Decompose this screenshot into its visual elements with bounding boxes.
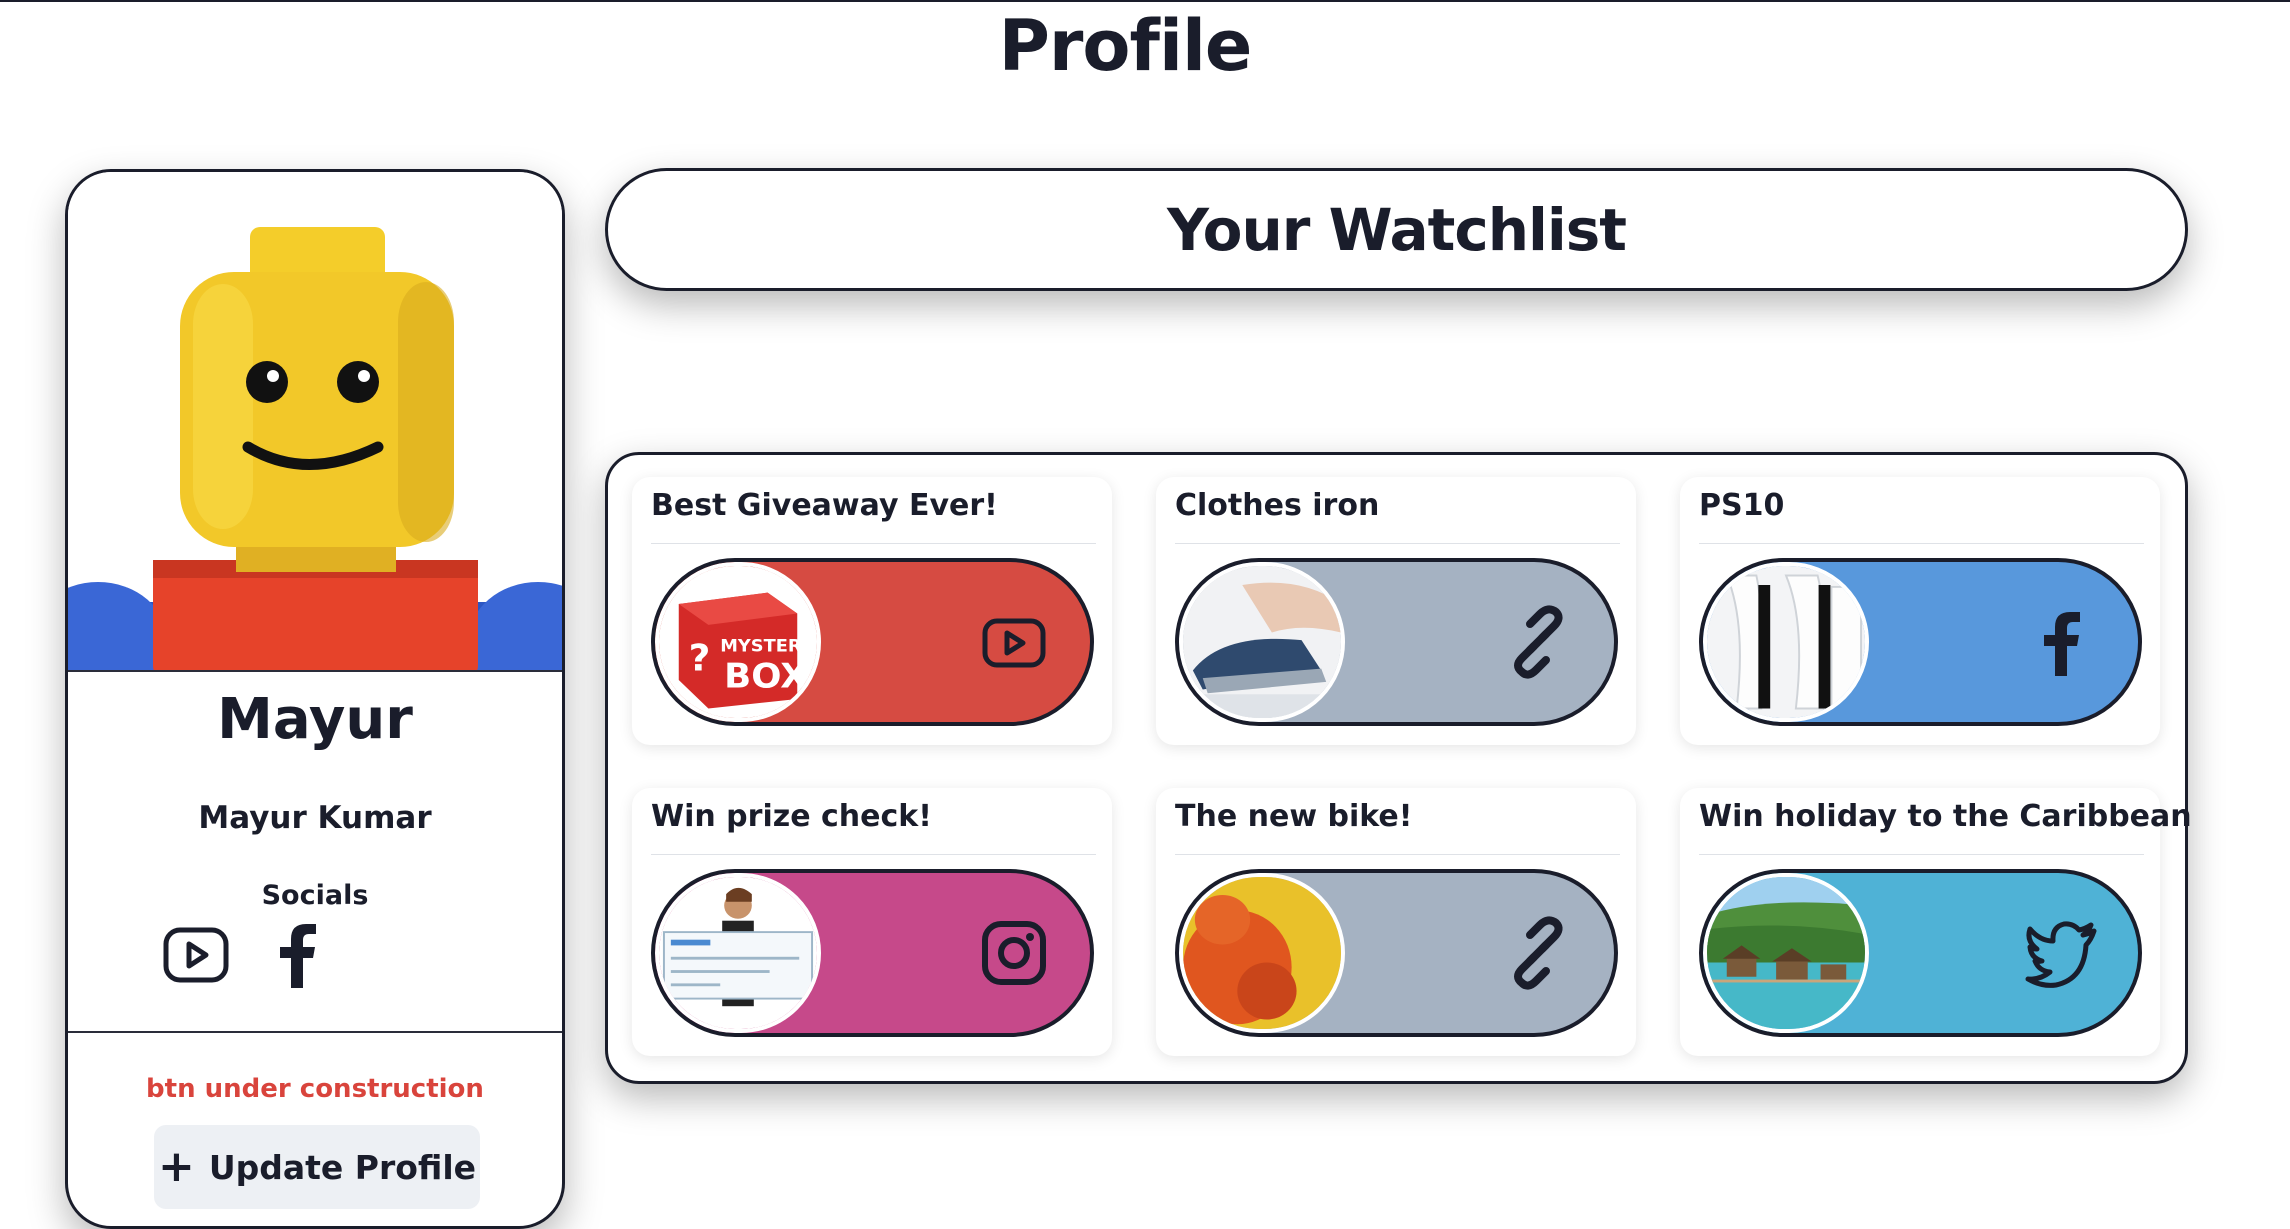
socials-label: Socials bbox=[261, 880, 369, 911]
item-link-pill[interactable] bbox=[1175, 558, 1618, 726]
orange-figure-thumbnail bbox=[1179, 873, 1345, 1033]
watchlist-item: Best Giveaway Ever! ? MYSTERY BOX bbox=[632, 477, 1112, 745]
avatar-divider bbox=[68, 670, 562, 672]
instagram-icon bbox=[976, 915, 1052, 991]
watchlist-item: PS10 bbox=[1680, 477, 2160, 745]
item-link-pill[interactable] bbox=[1175, 869, 1618, 1037]
item-link-pill[interactable] bbox=[1699, 558, 2142, 726]
item-title: Win prize check! bbox=[651, 799, 932, 834]
watchlist-header: Your Watchlist bbox=[605, 168, 2188, 291]
mystery-box-thumbnail: ? MYSTERY BOX bbox=[655, 562, 821, 722]
item-title: Win holiday to the Caribbean bbox=[1699, 799, 2192, 834]
item-divider bbox=[1699, 543, 2144, 544]
profile-full-name: Mayur Kumar bbox=[198, 800, 432, 836]
item-title: PS10 bbox=[1699, 488, 1785, 523]
svg-text:BOX: BOX bbox=[724, 657, 808, 696]
item-divider bbox=[651, 543, 1096, 544]
watchlist-panel: Best Giveaway Ever! ? MYSTERY BOX Clothe… bbox=[605, 452, 2192, 1084]
prize-check-thumbnail bbox=[655, 873, 821, 1033]
item-title: The new bike! bbox=[1175, 799, 1413, 834]
youtube-icon bbox=[976, 604, 1052, 680]
facebook-icon bbox=[2024, 604, 2100, 680]
profile-card: Mayur Mayur Kumar Socials btn under cons… bbox=[65, 169, 565, 1229]
item-divider bbox=[1699, 854, 2144, 855]
top-border bbox=[0, 0, 2290, 2]
game-console-thumbnail bbox=[1703, 562, 1869, 722]
construction-note: btn under construction bbox=[146, 1074, 484, 1104]
svg-text:MYSTERY: MYSTERY bbox=[720, 637, 814, 657]
avatar bbox=[68, 172, 562, 672]
item-link-pill[interactable] bbox=[1699, 869, 2142, 1037]
watchlist-item: The new bike! bbox=[1156, 788, 1636, 1056]
link-icon bbox=[1500, 915, 1576, 991]
watchlist-item: Clothes iron bbox=[1156, 477, 1636, 745]
watchlist-item: Win holiday to the Caribbean bbox=[1680, 788, 2192, 1056]
watchlist-title: Your Watchlist bbox=[1166, 195, 1627, 264]
twitter-icon bbox=[2024, 915, 2100, 991]
update-profile-label: Update Profile bbox=[208, 1147, 477, 1187]
caribbean-resort-thumbnail bbox=[1703, 873, 1869, 1033]
item-title: Best Giveaway Ever! bbox=[651, 488, 998, 523]
item-title: Clothes iron bbox=[1175, 488, 1380, 523]
watchlist-item: Win prize check! bbox=[632, 788, 1112, 1056]
facebook-icon[interactable] bbox=[275, 922, 319, 988]
profile-display-name: Mayur bbox=[217, 687, 413, 752]
plus-icon: + bbox=[157, 1141, 195, 1192]
item-link-pill[interactable]: ? MYSTERY BOX bbox=[651, 558, 1094, 726]
page-title: Profile bbox=[998, 5, 1253, 87]
item-divider bbox=[1175, 854, 1620, 855]
clothes-iron-thumbnail bbox=[1179, 562, 1345, 722]
svg-text:?: ? bbox=[689, 637, 711, 679]
item-divider bbox=[1175, 543, 1620, 544]
profile-divider bbox=[68, 1031, 562, 1033]
item-divider bbox=[651, 854, 1096, 855]
youtube-icon[interactable] bbox=[163, 927, 229, 983]
link-icon bbox=[1500, 604, 1576, 680]
update-profile-button[interactable]: + Update Profile bbox=[154, 1125, 480, 1209]
item-link-pill[interactable] bbox=[651, 869, 1094, 1037]
